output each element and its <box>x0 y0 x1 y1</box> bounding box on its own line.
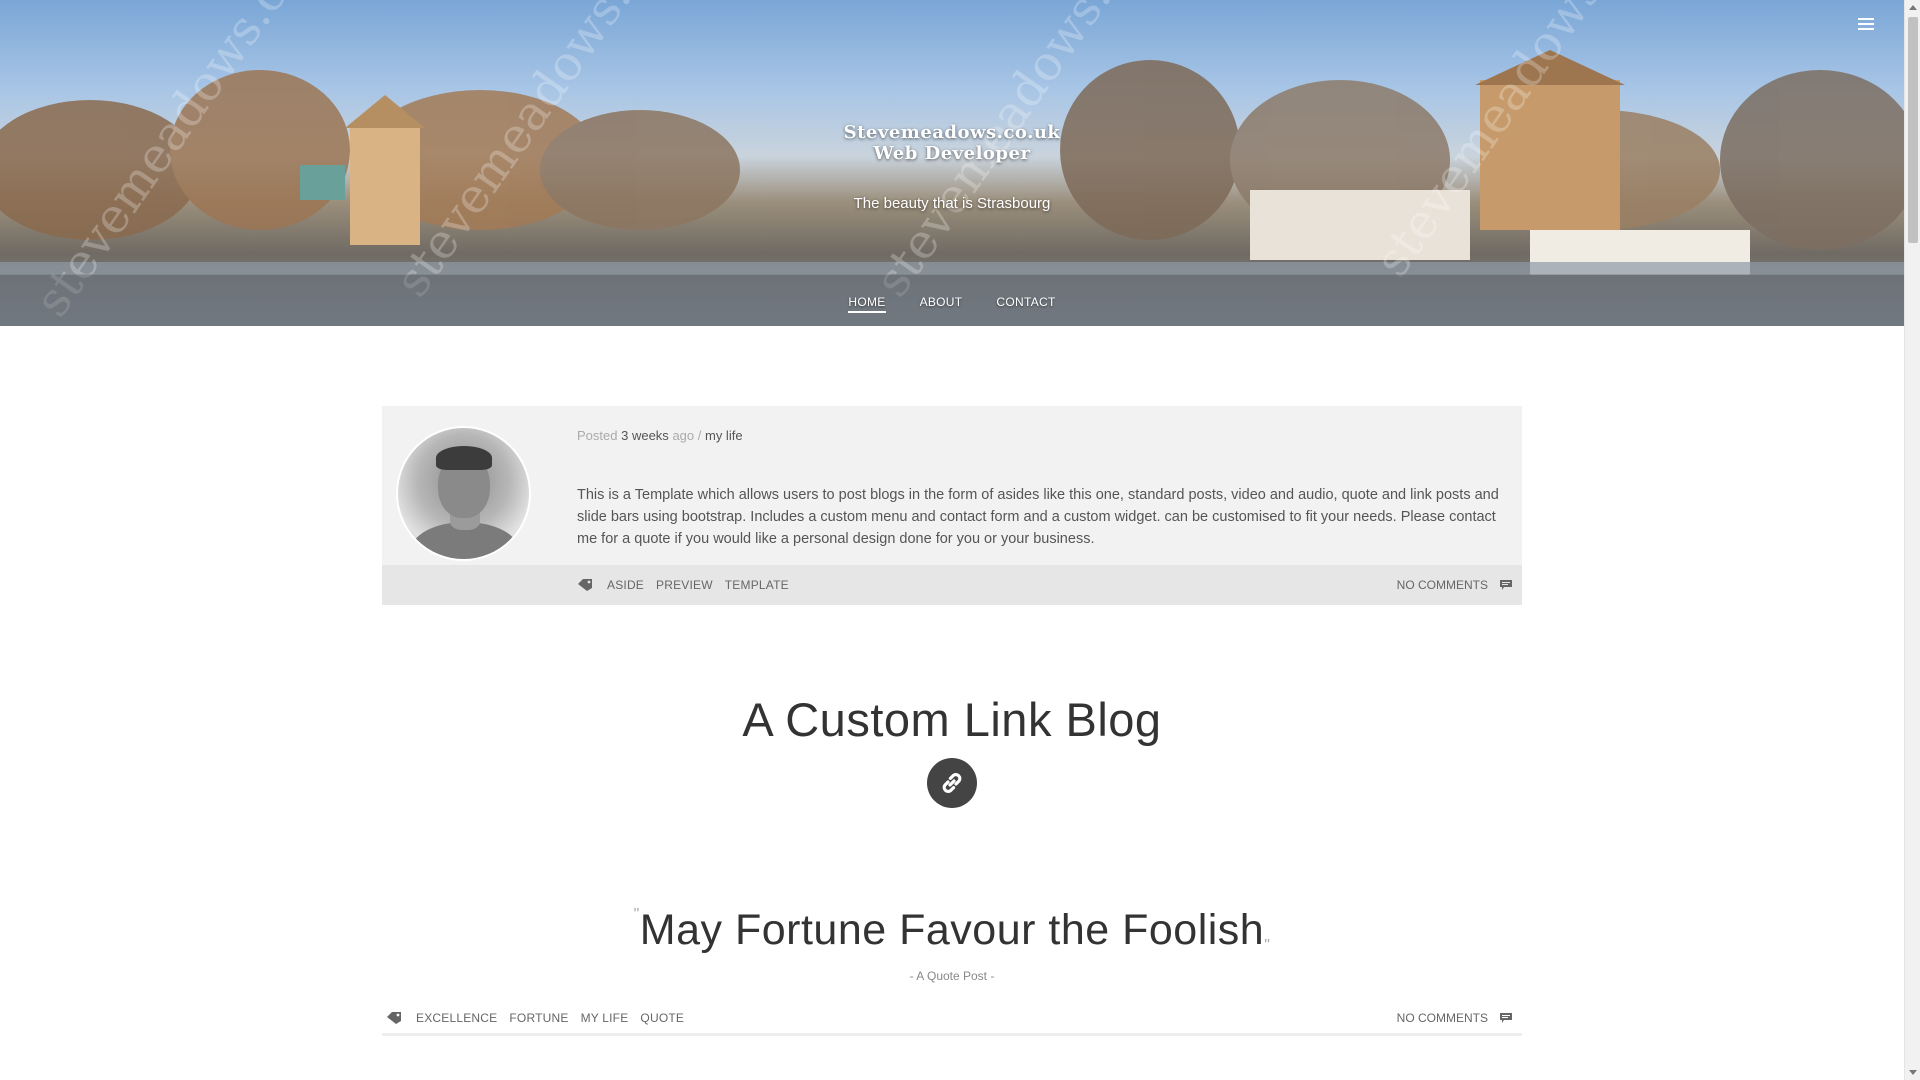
nav-about[interactable]: ABOUT <box>920 295 963 313</box>
quote-post: "May Fortune Favour the Foolish" <box>382 906 1522 955</box>
close-quote-mark: " <box>1264 937 1271 954</box>
link-post-title[interactable]: A Custom Link Blog <box>382 692 1522 747</box>
meta-posted-label: Posted <box>577 428 618 443</box>
tag-link[interactable]: ASIDE <box>607 578 644 592</box>
meta-date-link[interactable]: 3 weeks <box>621 428 669 443</box>
comment-icon <box>1500 580 1512 590</box>
scrollbar-thumb[interactable] <box>1908 17 1918 243</box>
tag-list: EXCELLENCE FORTUNE MY LIFE QUOTE <box>416 1011 684 1025</box>
tag-icon <box>386 1011 402 1024</box>
tag-link[interactable]: TEMPLATE <box>725 578 789 592</box>
tag-link[interactable]: EXCELLENCE <box>416 1011 497 1025</box>
tag-link[interactable]: PREVIEW <box>656 578 713 592</box>
nav-contact[interactable]: CONTACT <box>996 295 1055 313</box>
tag-icon <box>577 579 593 591</box>
scroll-down-icon[interactable] <box>1909 1070 1917 1075</box>
nav-home[interactable]: HOME <box>848 295 886 313</box>
comments-area: NO COMMENTS <box>1397 1011 1512 1025</box>
post-footer: ASIDE PREVIEW TEMPLATE NO COMMENTS <box>382 565 1522 605</box>
aside-post: Posted 3 weeks ago / my life This is a T… <box>382 406 1522 605</box>
comments-link[interactable]: NO COMMENTS <box>1397 578 1488 592</box>
tag-link[interactable]: MY LIFE <box>581 1011 629 1025</box>
meta-category-link[interactable]: my life <box>705 428 743 443</box>
post-meta: Posted 3 weeks ago / my life <box>577 428 743 443</box>
hero-header: stevemeadows.co.uk stevemeadows.co.uk st… <box>0 0 1904 326</box>
comment-icon <box>1500 1012 1512 1023</box>
site-title-line2: Web Developer <box>873 143 1031 164</box>
page-scrollbar[interactable] <box>1904 0 1920 1080</box>
tag-list: ASIDE PREVIEW TEMPLATE <box>607 578 789 592</box>
scroll-up-icon[interactable] <box>1909 5 1917 10</box>
comments-area: NO COMMENTS <box>1397 578 1512 592</box>
site-tagline: The beauty that is Strasbourg <box>853 195 1051 212</box>
comments-link[interactable]: NO COMMENTS <box>1397 1011 1488 1025</box>
main-nav: HOME ABOUT CONTACT <box>0 274 1904 326</box>
author-avatar <box>396 426 531 561</box>
quote-post-footer: EXCELLENCE FORTUNE MY LIFE QUOTE NO COMM… <box>382 1002 1522 1036</box>
post-body: This is a Template which allows users to… <box>577 487 1499 547</box>
tag-link[interactable]: FORTUNE <box>509 1011 568 1025</box>
hamburger-menu-icon[interactable] <box>1858 18 1874 30</box>
tag-link[interactable]: QUOTE <box>640 1011 684 1025</box>
link-icon[interactable] <box>927 758 977 808</box>
quote-text: May Fortune Favour the Foolish <box>639 906 1265 954</box>
meta-ago-label: ago / <box>672 428 702 443</box>
site-title-line1: Stevemeadows.co.uk <box>843 122 1061 143</box>
site-title[interactable]: Stevemeadows.co.uk Web Developer <box>0 122 1904 164</box>
quote-subtitle: - A Quote Post - <box>909 969 995 983</box>
